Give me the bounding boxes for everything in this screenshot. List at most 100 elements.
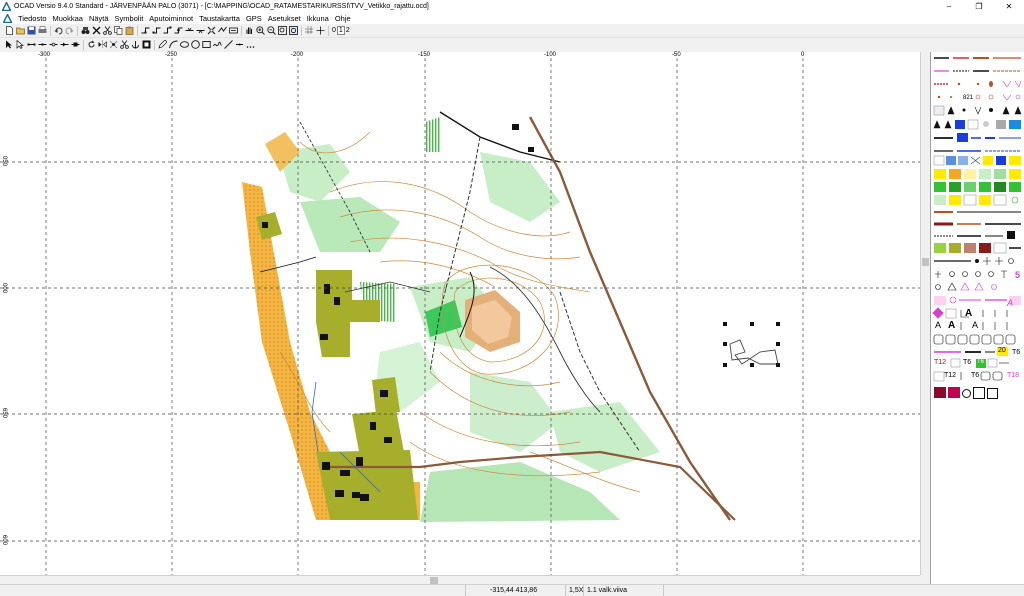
more-tools-icon[interactable] [245,40,255,50]
pencil-icon[interactable] [157,40,167,50]
layer-1[interactable]: 1 [336,26,345,35]
rectangle-tool-icon[interactable] [201,40,211,50]
binoculars-icon[interactable] [80,26,90,36]
symbol-text-t6d[interactable]: T6 [971,372,979,379]
curve-tool-icon[interactable] [168,40,178,50]
menu-tiedosto[interactable]: Tiedosto [15,14,50,23]
symbol-box[interactable] [987,388,998,399]
symbol-grid[interactable] [931,52,1024,384]
menu-taustakartta[interactable]: Taustakartta [196,14,243,23]
undo-icon[interactable] [53,26,63,36]
vertical-scrollbar[interactable] [920,52,930,575]
symbol-5[interactable]: 5 [1015,270,1020,280]
line-tool-e-icon[interactable] [70,40,80,50]
symbol-text-t12b[interactable]: T12 [944,372,956,379]
document-icon[interactable] [2,13,12,23]
symbol-821[interactable]: 821 [963,95,973,101]
symbol-red-area[interactable] [934,387,946,398]
symbol-palette[interactable]: 821 5 A A A A A 20 T6 T12 T6 T6 T12 T6 T… [930,52,1024,584]
menu-bar: Tiedosto Muokkaa Näytä Symbolit Aputoimi… [0,12,1024,24]
vertical-ruler-label: 650 [1,408,7,419]
line-tool-b-icon[interactable] [37,40,47,50]
redo-icon[interactable] [64,26,74,36]
rotate-icon[interactable] [86,40,96,50]
symbol-text-a1[interactable]: A [935,320,941,330]
cut-hole-icon[interactable] [141,40,151,50]
hand-icon[interactable] [244,26,254,36]
edit-object-icon[interactable] [15,40,25,50]
mirror-b-icon[interactable] [108,40,118,50]
node-tool-i-icon[interactable] [228,26,238,36]
orienteering-map [242,108,736,522]
layer-2[interactable]: 2 [345,27,351,34]
horizontal-scroll-thumb[interactable] [430,577,438,584]
menu-symbolit[interactable]: Symbolit [112,14,147,23]
open-file-icon[interactable] [15,26,25,36]
anchor-icon[interactable] [130,40,140,50]
zoom-out-icon[interactable] [266,26,276,36]
circle-tool-icon[interactable] [190,40,200,50]
symbol-text-t6a[interactable]: T6 [1012,349,1020,356]
menu-nayta[interactable]: Näytä [86,14,112,23]
node-tool-d-icon[interactable] [173,26,183,36]
symbol-magenta-area[interactable] [948,387,960,398]
menu-ohje[interactable]: Ohje [332,14,354,23]
new-file-icon[interactable] [4,26,14,36]
symbol-text-t12a[interactable]: T12 [934,359,946,366]
save-icon[interactable] [26,26,36,36]
symbol-text-t18[interactable]: T18 [1007,372,1019,379]
symbol-text-a5[interactable]: A [1007,298,1013,308]
scissors-icon[interactable] [119,40,129,50]
vertical-scroll-thumb[interactable] [922,258,929,266]
zoom-all-icon[interactable] [288,26,298,36]
menu-gps[interactable]: GPS [243,14,265,23]
paste-icon[interactable] [124,26,134,36]
window-controls: – ❐ ✕ [934,0,1024,12]
ruler-label: -150 [418,52,431,58]
line-tool-c-icon[interactable] [48,40,58,50]
symbol-text-a4[interactable]: A [972,320,978,330]
symbol-text-t6c[interactable]: T6 [977,359,984,365]
delete-icon[interactable] [91,26,101,36]
close-button[interactable]: ✕ [994,0,1024,12]
ocad-logo-icon [2,1,11,11]
straight-line-tool-icon[interactable] [223,40,233,50]
symbol-frame[interactable] [973,387,985,399]
ellipse-tool-icon[interactable] [179,40,189,50]
minimize-button[interactable]: – [934,0,964,12]
node-tool-g-icon[interactable] [206,26,216,36]
map-canvas[interactable] [0,52,920,575]
node-tool-f-icon[interactable] [195,26,205,36]
menu-asetukset[interactable]: Asetukset [265,14,304,23]
restore-button[interactable]: ❐ [964,0,994,12]
symbol-text-t6b[interactable]: T6 [963,359,971,366]
ruler-label: 0 [801,52,805,58]
zoom-in-icon[interactable] [255,26,265,36]
line-tool-d-icon[interactable] [59,40,69,50]
symbol-text-20[interactable]: 20 [998,347,1006,354]
crosshair-icon[interactable] [315,26,325,36]
freehand-tool-icon[interactable] [212,40,222,50]
symbol-circle[interactable] [962,389,971,398]
menu-muokkaa[interactable]: Muokkaa [50,14,86,23]
symbol-text-a3[interactable]: A [965,308,972,319]
symbol-text-a2[interactable]: A [948,320,955,331]
menu-aputoiminnot[interactable]: Aputoiminnot [146,14,196,23]
node-tool-a-icon[interactable] [140,26,150,36]
select-arrow-icon[interactable] [4,40,14,50]
status-empty [663,585,1024,596]
node-tool-h-icon[interactable] [217,26,227,36]
node-tool-c-icon[interactable] [162,26,172,36]
node-tool-e-icon[interactable] [184,26,194,36]
number-tool-icon[interactable] [234,40,244,50]
cut-icon[interactable] [102,26,112,36]
mirror-a-icon[interactable] [97,40,107,50]
print-icon[interactable] [37,26,47,36]
node-tool-b-icon[interactable] [151,26,161,36]
menu-ikkuna[interactable]: Ikkuna [304,14,332,23]
line-tool-a-icon[interactable] [26,40,36,50]
selected-object[interactable] [723,322,780,367]
copy-icon[interactable] [113,26,123,36]
zoom-window-icon[interactable] [277,26,287,36]
grid-icon[interactable] [304,26,314,36]
